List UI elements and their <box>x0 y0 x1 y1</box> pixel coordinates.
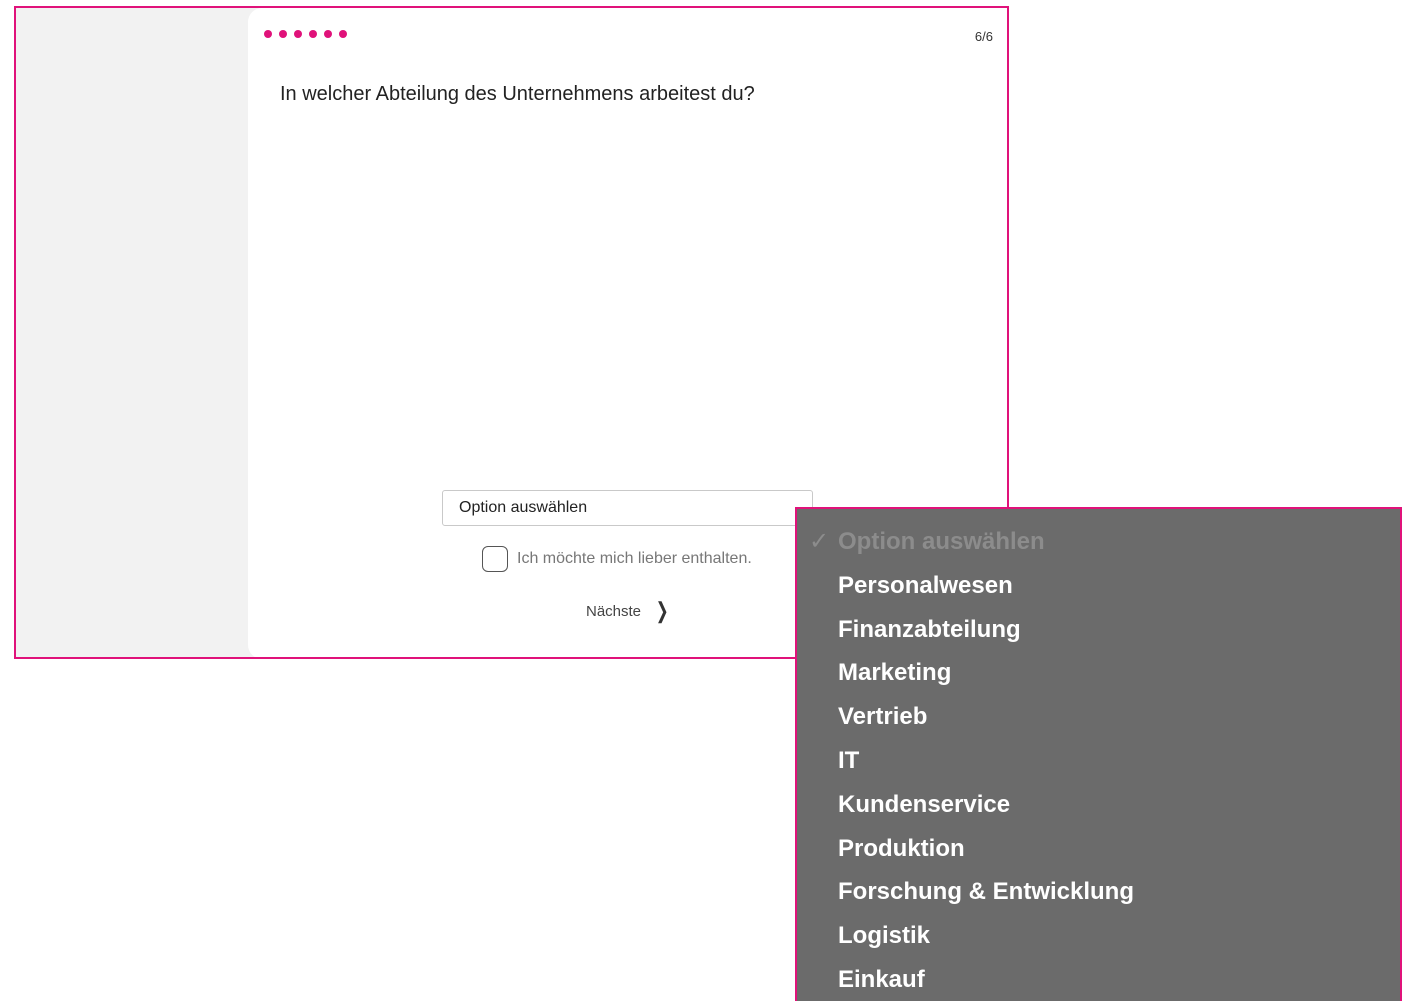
progress-dots <box>264 30 347 38</box>
dropdown-option-einkauf[interactable]: Einkauf <box>797 958 1400 1001</box>
dropdown-list: ✓ Option auswählen Personalwesen Finanza… <box>797 520 1400 1001</box>
department-select[interactable]: Option auswählen ⌄ <box>442 490 813 526</box>
department-dropdown-menu: ✓ Option auswählen Personalwesen Finanza… <box>795 507 1402 1001</box>
chevron-right-icon: ❯ <box>655 598 669 623</box>
progress-dot <box>294 30 302 38</box>
question-text: In welcher Abteilung des Unternehmens ar… <box>280 83 755 105</box>
progress-dot <box>339 30 347 38</box>
progress-dot <box>279 30 287 38</box>
dropdown-option-logistik[interactable]: Logistik <box>797 914 1400 958</box>
progress-dot <box>309 30 317 38</box>
dropdown-option-marketing[interactable]: Marketing <box>797 651 1400 695</box>
abstain-label: Ich möchte mich lieber enthalten. <box>517 550 752 567</box>
step-counter: 6/6 <box>974 29 993 44</box>
dropdown-option-it[interactable]: IT <box>797 739 1400 783</box>
dropdown-option-vertrieb[interactable]: Vertrieb <box>797 695 1400 739</box>
next-button-label: Nächste <box>586 602 642 620</box>
abstain-checkbox[interactable] <box>482 546 508 572</box>
dropdown-option-forschung-entwicklung[interactable]: Forschung & Entwicklung <box>797 870 1400 914</box>
dropdown-option-produktion[interactable]: Produktion <box>797 827 1400 871</box>
progress-dot <box>264 30 272 38</box>
abstain-option[interactable]: Ich möchte mich lieber enthalten. <box>482 546 752 572</box>
dropdown-option-kundenservice[interactable]: Kundenservice <box>797 783 1400 827</box>
dropdown-option-personalwesen[interactable]: Personalwesen <box>797 564 1400 608</box>
checkmark-icon: ✓ <box>809 528 830 555</box>
next-button[interactable]: Nächste ❯ <box>586 600 671 622</box>
dropdown-option-finanzabteilung[interactable]: Finanzabteilung <box>797 608 1400 652</box>
progress-dot <box>324 30 332 38</box>
select-value: Option auswählen <box>459 499 588 516</box>
dropdown-option-placeholder[interactable]: ✓ Option auswählen <box>797 520 1400 564</box>
